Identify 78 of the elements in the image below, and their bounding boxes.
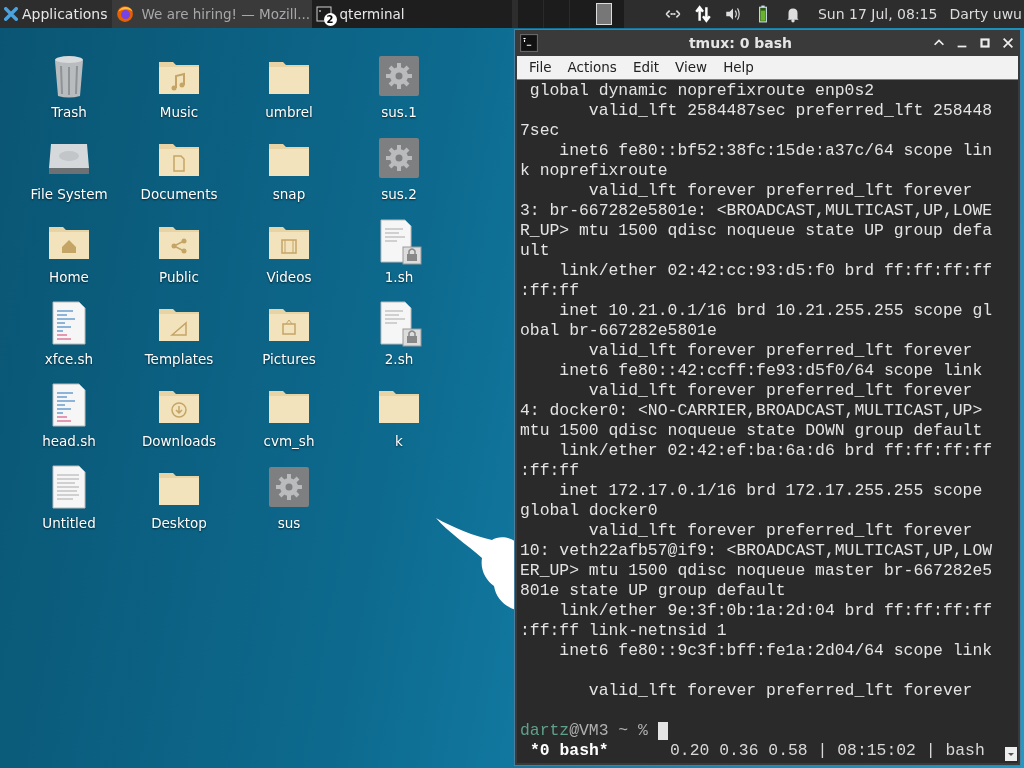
desktop-icon-label[interactable]: File System — [30, 184, 108, 205]
desktop-icon-label[interactable]: Home — [49, 266, 89, 287]
terminal-line: valid_lft forever preferred_lft forever — [587, 181, 974, 201]
terminal-line: 801e state UP group default — [520, 581, 787, 601]
desktop-icon-label[interactable]: sus — [277, 513, 301, 534]
desktop-icon-label[interactable]: Downloads — [141, 431, 217, 452]
text-cursor — [657, 722, 668, 740]
terminal-line: :ff:ff link-netnsid 1 — [520, 621, 728, 641]
scroll-down-button[interactable] — [1005, 747, 1017, 761]
browser-icon — [115, 5, 134, 23]
terminal-line: valid_lft forever preferred_lft forever — [587, 681, 974, 701]
desktop-icon-label[interactable]: Desktop — [151, 513, 207, 534]
terminal-line: global dynamic noprefixroute enp0s2 — [528, 81, 876, 101]
tmux-status: 0.20 0.36 0.58 | 08:15:02 | bash — [670, 741, 985, 761]
desktop-icon-label[interactable]: Trash — [51, 102, 87, 123]
desktop-icon-label[interactable]: sus.1 — [381, 102, 417, 123]
desktop-icon-label[interactable]: cvm_sh — [263, 431, 315, 452]
workspace-switcher[interactable] — [517, 0, 624, 28]
terminal-line: inet 10.21.0.1/16 brd 10.21.255.255 scope gl — [558, 301, 994, 321]
desktop-icon-label[interactable]: Documents — [140, 184, 218, 205]
terminal-icon — [520, 34, 538, 52]
taskbar-button[interactable]: 2 qterminal — [311, 0, 512, 28]
taskbar-button[interactable]: We are hiring! — Mozill... — [111, 0, 312, 28]
desktop-icon-label[interactable]: xfce.sh — [44, 348, 94, 369]
desktop-icon-label[interactable]: k — [395, 431, 403, 452]
desktop-icon-label[interactable]: Public — [159, 266, 199, 287]
terminal-line: R_UP> mtu 1500 qdisc noqueue state UP group defa — [520, 221, 994, 241]
terminal-line: link/ether 9e:3f:0b:1a:2d:04 brd ff:ff:ff:ff — [558, 601, 994, 621]
desktop-icon-label[interactable]: 1.sh — [384, 266, 414, 287]
volume-icon — [723, 5, 742, 23]
xfce-icon — [4, 7, 18, 21]
terminal-line: obal br-667282e5801e — [520, 321, 718, 341]
terminal-line: link/ether 02:42:ef:ba:6a:d6 brd ff:ff:ff:ff — [558, 441, 994, 461]
desktop-icon-label[interactable]: snap — [272, 184, 306, 205]
terminal-line: mtu 1500 qdisc noqueue state DOWN group default — [520, 421, 984, 441]
menu-item[interactable]: File — [529, 57, 552, 78]
clock[interactable]: Sun 17 Jul, 08:15 — [817, 3, 938, 25]
terminal-line: ult — [520, 241, 551, 261]
desktop-icon-label[interactable]: umbrel — [265, 102, 313, 123]
terminal-line: valid_lft forever preferred_lft forever — [587, 521, 974, 541]
desktop-icon-label[interactable]: sus.2 — [381, 184, 417, 205]
terminal-line: valid_lft 2584487sec preferred_lft 258448 — [587, 101, 994, 121]
terminal-line: 4: docker0: <NO-CARRIER,BROADCAST,MULTICAST,UP> — [520, 401, 984, 421]
desktop-icon-label[interactable]: Untitled — [42, 513, 96, 534]
tmux-window-label: *0 bash* — [529, 741, 610, 761]
terminal-line: valid_lft forever preferred_lft forever — [587, 381, 974, 401]
terminal-line: :ff:ff — [520, 461, 581, 481]
terminal-line: inet6 fe80::9c3f:bff:fe1a:2d04/64 scope link — [558, 641, 994, 661]
terminal-line: ER_UP> mtu 1500 qdisc noqueue master br-667282e5 — [520, 561, 994, 581]
terminal-icon — [315, 6, 332, 22]
menu-item[interactable]: Help — [723, 57, 754, 78]
terminal-line: inet 172.17.0.1/16 brd 172.17.255.255 scope — [558, 481, 984, 501]
window-title: tmux: 0 bash — [687, 33, 794, 53]
desktop-icon-label[interactable]: Pictures — [262, 348, 316, 369]
applications-menu[interactable]: Applications — [0, 0, 112, 28]
menu-item[interactable]: Edit — [632, 57, 660, 78]
desktop-icon-label[interactable]: head.sh — [42, 431, 96, 452]
menu-item[interactable]: View — [675, 57, 708, 78]
terminal-line: inet6 fe80::42:ccff:fe93:d5f0/64 scope link — [558, 361, 984, 381]
desktop-icon-label[interactable]: Videos — [266, 266, 312, 287]
desktop-icon-label[interactable]: Templates — [144, 348, 214, 369]
terminal-line: 3: br-667282e5801e: <BROADCAST,MULTICAST,UP,LOWE — [520, 201, 994, 221]
terminal-line: global docker0 — [520, 501, 659, 521]
terminal-line: 10: veth22afb57@if9: <BROADCAST,MULTICAST,UP,LOW — [520, 541, 994, 561]
terminal-line: valid_lft forever preferred_lft forever — [587, 341, 974, 361]
menu-item[interactable]: Actions — [567, 57, 617, 78]
user-menu[interactable]: Darty uwu — [949, 3, 1022, 25]
desktop-icon-label[interactable]: Music — [159, 102, 199, 123]
maximize-button[interactable] — [978, 36, 992, 50]
desktop-icon-label[interactable]: 2.sh — [384, 348, 414, 369]
terminal-line: link/ether 02:42:cc:93:d5:f0 brd ff:ff:ff:ff — [558, 261, 994, 281]
close-button[interactable] — [1001, 36, 1015, 50]
terminal-line: inet6 fe80::bf52:38fc:15de:a37c/64 scope lin — [558, 141, 994, 161]
transfer-arrows-icon — [693, 5, 712, 23]
terminal-line: 7sec — [520, 121, 561, 141]
prompt: dartz@VM3 ~ % — [520, 721, 649, 741]
terminal-line: k noprefixroute — [520, 161, 669, 181]
terminal-line: :ff:ff — [520, 281, 581, 301]
